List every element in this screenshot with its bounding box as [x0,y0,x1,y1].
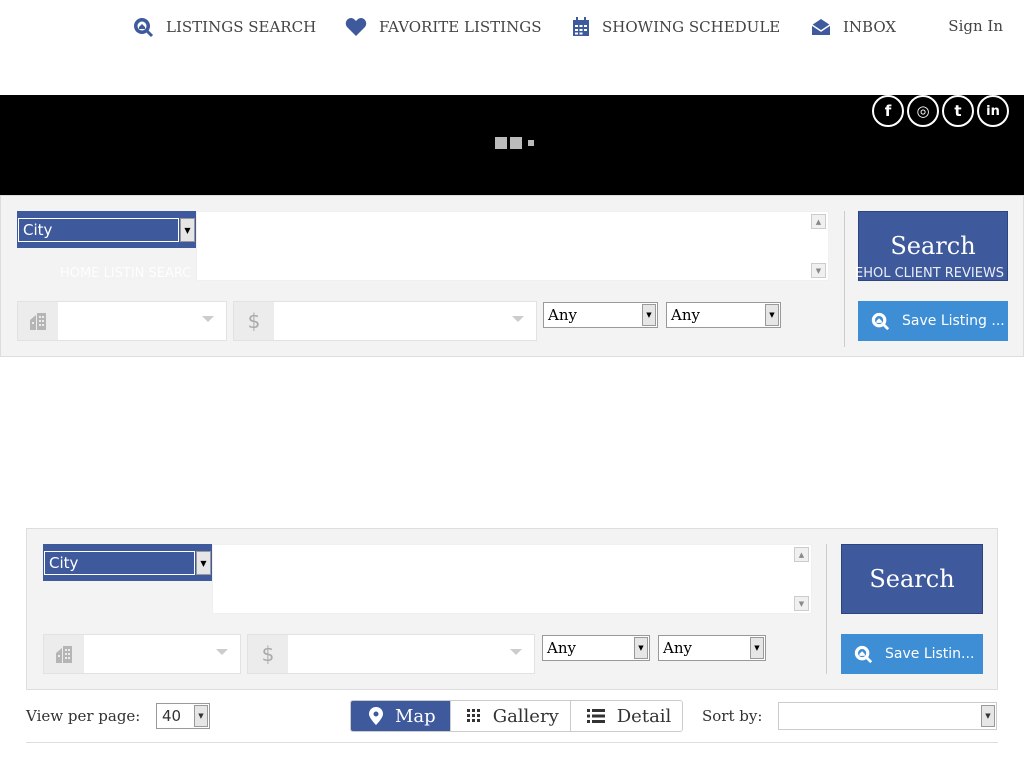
price-field[interactable]: $ [233,301,537,341]
view-detail-label: Detail [616,705,672,727]
house-search-icon [134,18,154,38]
property-type-field[interactable] [43,634,241,674]
building-icon [18,302,58,340]
chevron-down-icon [202,316,214,322]
location-type-value: City [18,218,179,242]
search-button[interactable]: Search [841,544,983,614]
view-detail-button[interactable]: Detail [569,701,683,731]
dollar-icon: $ [234,302,274,340]
building-icon [44,635,84,673]
chevron-down-icon: ▼ [981,705,995,727]
beds-select-value: Any [548,306,577,324]
view-gallery-button[interactable]: Gallery [449,701,570,731]
nav-inbox[interactable]: INBOX [811,14,896,40]
section-divider [26,742,998,743]
loading-indicator [495,137,534,149]
location-type-select[interactable]: City ▼ [17,211,196,248]
beds-select[interactable]: Any ▼ [543,302,658,328]
calendar-icon [573,17,589,36]
view-per-page-label: View per page: [26,707,141,725]
save-listing-search-label: Save Listin... [885,646,975,662]
chevron-down-icon: ▼ [194,705,208,727]
save-listing-search-button[interactable]: Save Listing ... [858,301,1008,341]
price-field[interactable]: $ [247,634,535,674]
view-gallery-label: Gallery [492,705,559,727]
sort-by-label: Sort by: [702,707,763,725]
location-textarea[interactable]: ▲ ▼ [196,211,829,281]
search-panel-bottom: City ▼ ▲ ▼ $ Any ▼ Any ▼ Search Save Lis… [26,528,998,690]
grid-icon [466,709,480,722]
beds-select[interactable]: Any ▼ [542,635,650,661]
dollar-icon: $ [248,635,288,673]
ghost-menu-text-left: HOME LISTIN SEARC [60,266,192,281]
nav-listings-search[interactable]: LISTINGS SEARCH [132,14,316,40]
nav-listings-search-label: LISTINGS SEARCH [166,18,317,36]
scroll-up-icon[interactable]: ▲ [794,547,809,562]
beds-select-value: Any [547,639,576,657]
map-marker-icon [369,707,383,725]
twitter-icon[interactable]: t [942,95,974,127]
list-icon [586,709,605,723]
view-map-button[interactable]: Map [351,701,450,731]
chevron-down-icon: ▼ [642,304,656,326]
location-type-value: City [44,551,195,575]
location-type-select[interactable]: City ▼ [43,544,212,581]
baths-select[interactable]: Any ▼ [658,635,766,661]
baths-select[interactable]: Any ▼ [666,302,781,328]
save-listing-search-label: Save Listing ... [902,313,1005,329]
chevron-down-icon: ▼ [750,637,764,659]
facebook-icon[interactable]: f [872,95,904,127]
baths-select-value: Any [663,639,692,657]
nav-favorite-listings[interactable]: FAVORITE LISTINGS [345,14,541,40]
chevron-down-icon [510,649,522,655]
envelope-icon [811,19,831,35]
social-links: f ◎ t in [872,95,1009,127]
nav-favorite-listings-label: FAVORITE LISTINGS [379,18,542,36]
chevron-down-icon [216,649,228,655]
chevron-down-icon [512,316,524,322]
instagram-icon[interactable]: ◎ [907,95,939,127]
sort-by-select[interactable]: ▼ [778,702,997,730]
scroll-down-icon[interactable]: ▼ [794,596,809,611]
view-per-page-value: 40 [162,707,182,725]
chevron-down-icon: ▼ [180,218,195,242]
sign-in-link[interactable]: Sign In [948,17,1003,35]
chevron-down-icon: ▼ [634,637,648,659]
chevron-down-icon: ▼ [196,551,211,575]
view-per-page-select[interactable]: 40 ▼ [156,703,210,729]
heart-icon [345,18,367,36]
location-textarea[interactable]: ▲ ▼ [212,544,812,614]
view-mode-toggle: Map Gallery Detail [350,700,684,732]
baths-select-value: Any [671,306,700,324]
panel-divider [826,544,827,674]
scroll-down-icon[interactable]: ▼ [811,263,826,278]
panel-divider [844,211,845,347]
linkedin-icon[interactable]: in [977,95,1009,127]
top-navigation: LISTINGS SEARCH FAVORITE LISTINGS SHOWIN… [0,0,1024,95]
nav-showing-schedule[interactable]: SHOWING SCHEDULE [572,14,780,40]
ghost-menu-text-right: EHOL CLIENT REVIEWS [855,266,1005,281]
house-search-icon [854,645,873,664]
view-map-label: Map [395,705,436,727]
scroll-up-icon[interactable]: ▲ [811,214,826,229]
chevron-down-icon: ▼ [765,304,779,326]
nav-inbox-label: INBOX [843,18,897,36]
nav-showing-schedule-label: SHOWING SCHEDULE [602,18,781,36]
house-search-icon [871,312,890,331]
save-listing-search-button[interactable]: Save Listin... [841,634,983,674]
property-type-field[interactable] [17,301,227,341]
